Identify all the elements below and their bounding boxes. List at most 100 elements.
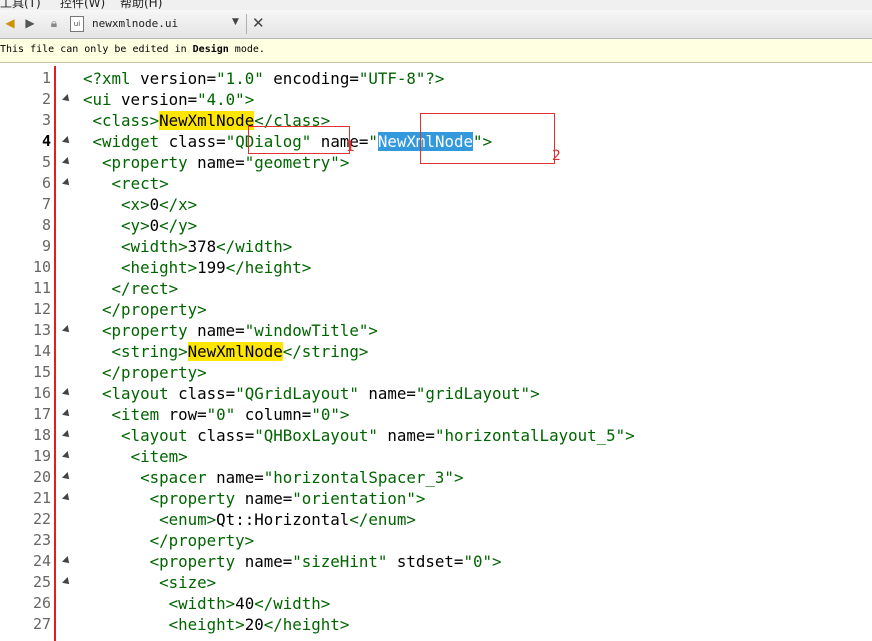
code-token: <height> [168,615,245,634]
line-number: 9 [41,237,51,255]
code-line[interactable]: 20 <spacer name="horizontalSpacer_3"> [0,467,872,488]
close-icon[interactable]: ✕ [252,14,265,32]
line-number: 17 [32,405,51,423]
menu-tools[interactable]: 工具(T) [0,0,41,10]
code-token: <y> [121,216,150,235]
code-token: ?> [425,69,445,88]
code-token: stdset= [387,552,464,571]
fold-arrow-icon[interactable] [62,157,72,167]
document-tab-name[interactable]: newxmlnode.ui [92,17,178,30]
code-line[interactable]: 24 <property name="sizeHint" stdset="0"> [0,551,872,572]
code-token: <enum> [159,510,217,529]
chevron-down-icon[interactable]: ▼ [232,17,239,27]
code-line[interactable]: 19 <item> [0,446,872,467]
code-token: class= [197,426,255,445]
code-token: column= [235,405,312,424]
code-line[interactable]: 23 </property> [0,530,872,551]
fold-arrow-icon[interactable] [62,556,72,566]
code-line[interactable]: 9 <width>378</width> [0,236,872,257]
fold-arrow-icon[interactable] [62,493,72,503]
code-line[interactable]: 27 <height>20</height> [0,614,872,635]
code-token: "QGridLayout" [235,384,359,403]
fold-arrow-icon[interactable] [62,94,72,104]
code-text: </property> [83,299,207,320]
code-token: 0 [149,195,160,214]
line-number: 21 [32,489,51,507]
code-text: <size> [83,572,216,593]
code-token: class= [168,132,226,151]
code-line[interactable]: 21 <property name="orientation"> [0,488,872,509]
menu-help[interactable]: 帮助(H) [120,0,162,10]
code-line[interactable]: 18 <layout class="QHBoxLayout" name="hor… [0,425,872,446]
lock-icon[interactable]: 🔒︎ [46,15,62,31]
code-text: <?xml version="1.0" encoding="UTF-8"?> [83,68,444,89]
code-text: </property> [83,530,255,551]
code-token: > [368,321,378,340]
code-token: <layout [121,426,198,445]
fold-arrow-icon[interactable] [62,430,72,440]
fold-arrow-icon[interactable] [62,577,72,587]
code-line[interactable]: 26 <width>40</width> [0,593,872,614]
line-number: 27 [32,615,51,633]
code-token: <layout [102,384,179,403]
fold-arrow-icon[interactable] [62,409,72,419]
code-line[interactable]: 1 <?xml version="1.0" encoding="UTF-8"?> [0,68,872,89]
code-token: "4.0" [197,90,245,109]
fold-arrow-icon[interactable] [62,472,72,482]
code-line[interactable]: 2 <ui version="4.0"> [0,89,872,110]
back-arrow-icon[interactable]: ◀ [2,15,18,31]
code-line[interactable]: 14 <string>NewXmlNode</string> [0,341,872,362]
infobar-message: This file can only be edited in Design m… [0,44,265,55]
code-line[interactable]: 11 </rect> [0,278,872,299]
code-token: Qt::Horizontal [216,510,350,529]
code-text: <property name="geometry"> [83,152,349,173]
code-token: "sizeHint" [292,552,388,571]
forward-arrow-icon[interactable]: ▶ [22,15,38,31]
code-line[interactable]: 7 <x>0</x> [0,194,872,215]
code-token: version= [121,90,198,109]
fold-arrow-icon[interactable] [62,178,72,188]
code-line[interactable]: 22 <enum>Qt::Horizontal</enum> [0,509,872,530]
fold-arrow-icon[interactable] [62,388,72,398]
code-text: <layout class="QGridLayout" name="gridLa… [83,383,540,404]
code-text: <property name="sizeHint" stdset="0"> [83,551,502,572]
code-token: "1.0" [216,69,264,88]
code-line[interactable]: 8 <y>0</y> [0,215,872,236]
code-token: </enum> [349,510,416,529]
code-line[interactable]: 10 <height>199</height> [0,257,872,278]
code-line[interactable]: 6 <rect> [0,173,872,194]
code-token: > [492,552,502,571]
code-line[interactable]: 13 <property name="windowTitle"> [0,320,872,341]
tab-separator [246,14,247,34]
code-token: <property [149,552,245,571]
code-text: <string>NewXmlNode</string> [83,341,368,362]
code-line[interactable]: 17 <item row="0" column="0"> [0,404,872,425]
code-line[interactable]: 15 </property> [0,362,872,383]
code-line[interactable]: 25 <size> [0,572,872,593]
code-token: </property> [149,531,255,550]
fold-arrow-icon[interactable] [62,325,72,335]
code-line[interactable]: 12 </property> [0,299,872,320]
line-number: 18 [32,426,51,444]
line-number: 11 [32,279,51,297]
code-token: name= [197,321,245,340]
code-token: 199 [197,258,226,277]
fold-arrow-icon[interactable] [62,136,72,146]
menu-widgets[interactable]: 控件(W) [60,0,105,10]
code-line[interactable]: 16 <layout class="QGridLayout" name="gri… [0,383,872,404]
code-text: <y>0</y> [83,215,197,236]
code-token: </property> [102,300,207,319]
annotation-box-2 [420,113,555,164]
code-text: <ui version="4.0"> [83,89,254,110]
line-number: 16 [32,384,51,402]
code-token: 20 [244,615,264,634]
code-token: <property [102,321,198,340]
text-editor[interactable]: 1 <?xml version="1.0" encoding="UTF-8"?> 2… [0,63,872,641]
fold-arrow-icon[interactable] [62,451,72,461]
